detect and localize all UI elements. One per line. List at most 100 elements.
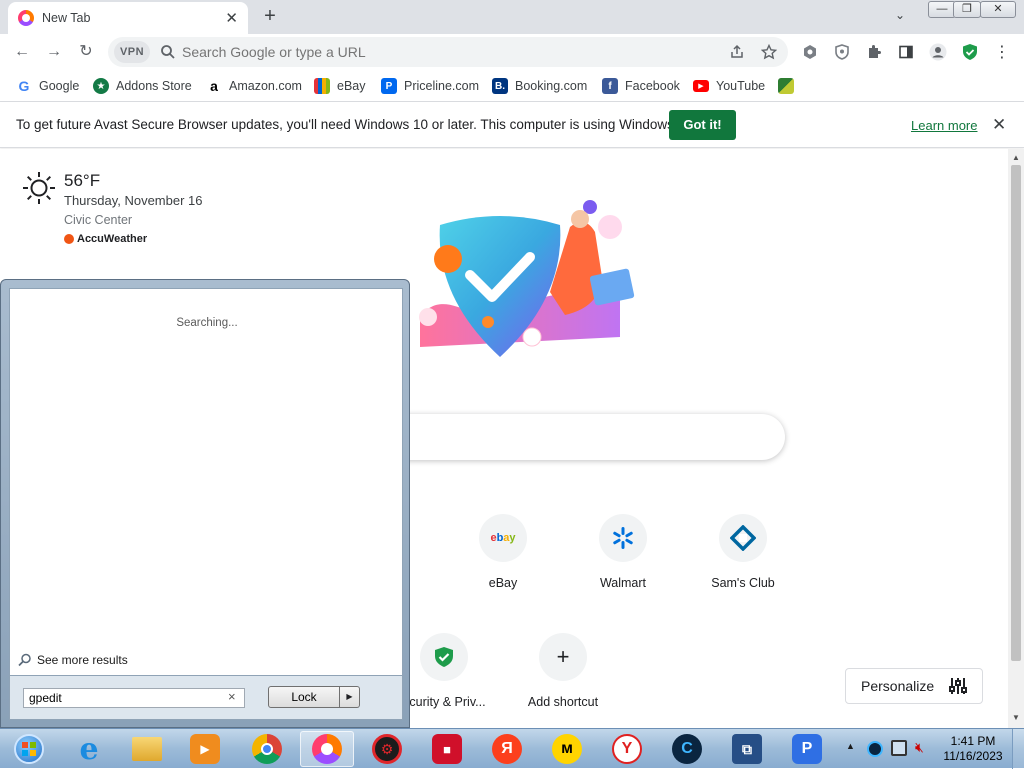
- bookmark-label: Google: [39, 79, 80, 93]
- magnifier-icon: [18, 653, 31, 667]
- internet-explorer-icon: e: [79, 731, 99, 767]
- taskbar-media-player[interactable]: ▶: [178, 731, 232, 767]
- show-desktop-button[interactable]: [1012, 729, 1024, 769]
- bookmark-booking[interactable]: B. Booking.com: [492, 76, 587, 96]
- see-more-results-link[interactable]: See more results: [18, 653, 128, 667]
- scroll-up-arrow-icon[interactable]: ▲: [1012, 153, 1020, 162]
- tab-close-icon[interactable]: ✕: [225, 9, 238, 27]
- walmart-icon: [599, 514, 647, 562]
- bookmark-label: Amazon.com: [229, 79, 302, 93]
- bookmark-ebay[interactable]: eBay: [314, 76, 366, 96]
- privacy-shield-icon[interactable]: [833, 43, 851, 61]
- tab-strip: New Tab ✕ + ⌄ — ❐ ✕: [0, 0, 1024, 34]
- clock-date: 11/16/2023: [943, 749, 1003, 763]
- shortcut-ebay[interactable]: ebay eBay: [448, 514, 558, 590]
- folder-icon: [132, 737, 162, 761]
- taskbar-internet-explorer[interactable]: e: [62, 731, 116, 767]
- taskbar-app-red-gear[interactable]: ⚙: [360, 731, 414, 767]
- taskbar-screen-recorder[interactable]: ■: [420, 731, 474, 767]
- p-app-icon: P: [792, 734, 822, 764]
- address-input[interactable]: [182, 41, 702, 63]
- yandex-browser-icon: Y: [612, 734, 642, 764]
- side-panel-icon[interactable]: [897, 43, 915, 61]
- bookmark-google[interactable]: G Google: [16, 76, 79, 96]
- taskbar-app-yellow[interactable]: м: [540, 731, 594, 767]
- bookmark-label: YouTube: [716, 79, 766, 93]
- maximize-button[interactable]: ❐: [953, 1, 981, 18]
- sliders-icon: [949, 678, 968, 694]
- lock-button[interactable]: Lock: [268, 686, 340, 708]
- taskbar-chrome[interactable]: [240, 731, 294, 767]
- see-more-label: See more results: [37, 653, 128, 667]
- ebay-icon: [314, 78, 330, 94]
- yellow-m-app-icon: м: [552, 734, 582, 764]
- bookmark-extension[interactable]: [778, 76, 801, 96]
- share-icon[interactable]: [728, 43, 746, 61]
- page-search-box[interactable]: [380, 414, 785, 460]
- bookmark-priceline[interactable]: P Priceline.com: [381, 76, 479, 96]
- back-icon[interactable]: ←: [12, 42, 32, 62]
- system-clock[interactable]: 1:41 PM 11/16/2023: [940, 734, 1006, 764]
- avast-security-icon[interactable]: [961, 43, 979, 61]
- start-button[interactable]: [2, 731, 56, 767]
- close-window-button[interactable]: ✕: [980, 1, 1016, 18]
- browser-menu-icon[interactable]: ⋮: [993, 43, 1011, 61]
- scroll-down-arrow-icon[interactable]: ▼: [1012, 713, 1020, 722]
- bookmark-amazon[interactable]: a Amazon.com: [206, 76, 302, 96]
- taskbar-app-p[interactable]: P: [780, 731, 834, 767]
- c-app-icon: C: [672, 734, 702, 764]
- taskbar-app-c[interactable]: C: [660, 731, 714, 767]
- accuweather-logo: AccuWeather: [64, 233, 147, 245]
- taskbar-remote-desktop[interactable]: ⧉: [720, 731, 774, 767]
- sun-icon: [23, 172, 55, 204]
- taskbar-avast-browser[interactable]: [300, 731, 354, 767]
- page-scrollbar[interactable]: ▲ ▼: [1008, 149, 1024, 728]
- tab-new-tab[interactable]: New Tab ✕: [8, 2, 248, 34]
- tab-title: New Tab: [42, 11, 91, 25]
- shortcut-sams-club[interactable]: Sam's Club: [688, 514, 798, 590]
- amazon-icon: a: [206, 78, 222, 94]
- new-tab-button[interactable]: +: [258, 4, 282, 28]
- bookmark-label: Booking.com: [515, 79, 588, 93]
- yandex-icon: Я: [492, 734, 522, 764]
- shortcut-walmart[interactable]: Walmart: [568, 514, 678, 590]
- add-shortcut-button[interactable]: + Add shortcut: [508, 633, 618, 709]
- profile-avatar-icon[interactable]: [929, 43, 947, 61]
- minimize-button[interactable]: —: [928, 1, 956, 18]
- booking-icon: B.: [492, 78, 508, 94]
- got-it-button[interactable]: Got it!: [669, 110, 736, 140]
- tray-show-hidden-icon[interactable]: ▲: [846, 741, 855, 751]
- weather-temperature: 56°F: [64, 171, 101, 190]
- avast-browser-icon: [312, 734, 342, 764]
- bookmark-star-icon[interactable]: [760, 43, 778, 61]
- start-menu: Searching... See more results × Lock ▶: [0, 279, 410, 728]
- tray-volume-muted-icon[interactable]: 🔇︎: [915, 739, 924, 756]
- extension-gear-icon[interactable]: [801, 43, 819, 61]
- bookmark-label: Addons Store: [116, 79, 192, 93]
- taskbar-yandex-browser[interactable]: Y: [600, 731, 654, 767]
- extensions-puzzle-icon[interactable]: [865, 43, 883, 61]
- clear-search-icon[interactable]: ×: [228, 689, 236, 704]
- taskbar-yandex[interactable]: Я: [480, 731, 534, 767]
- bookmark-facebook[interactable]: f Facebook: [602, 76, 680, 96]
- bookmark-addons-store[interactable]: ★ Addons Store: [93, 76, 192, 96]
- start-search-input[interactable]: [23, 688, 245, 708]
- scroll-thumb[interactable]: [1011, 165, 1021, 661]
- personalize-button[interactable]: Personalize: [845, 668, 983, 704]
- addons-store-icon: ★: [93, 78, 109, 94]
- tray-app-icon[interactable]: [867, 741, 883, 757]
- shutdown-options-arrow-icon[interactable]: ▶: [340, 686, 360, 708]
- vpn-button[interactable]: VPN: [114, 41, 150, 63]
- start-menu-bottom: × Lock ▶: [9, 676, 403, 720]
- bookmark-youtube[interactable]: ▶ YouTube: [693, 76, 765, 96]
- windows-logo-icon: [14, 734, 44, 764]
- infobar-message: To get future Avast Secure Browser updat…: [16, 117, 689, 132]
- reload-icon[interactable]: ↻: [76, 42, 96, 62]
- tray-network-icon[interactable]: [891, 740, 907, 756]
- tab-search-chevron-icon[interactable]: ⌄: [895, 8, 905, 22]
- taskbar-file-explorer[interactable]: [120, 731, 174, 767]
- omnibox[interactable]: VPN: [108, 37, 788, 67]
- infobar-close-icon[interactable]: ✕: [992, 115, 1006, 135]
- learn-more-link[interactable]: Learn more: [911, 118, 977, 133]
- forward-icon[interactable]: →: [44, 42, 64, 62]
